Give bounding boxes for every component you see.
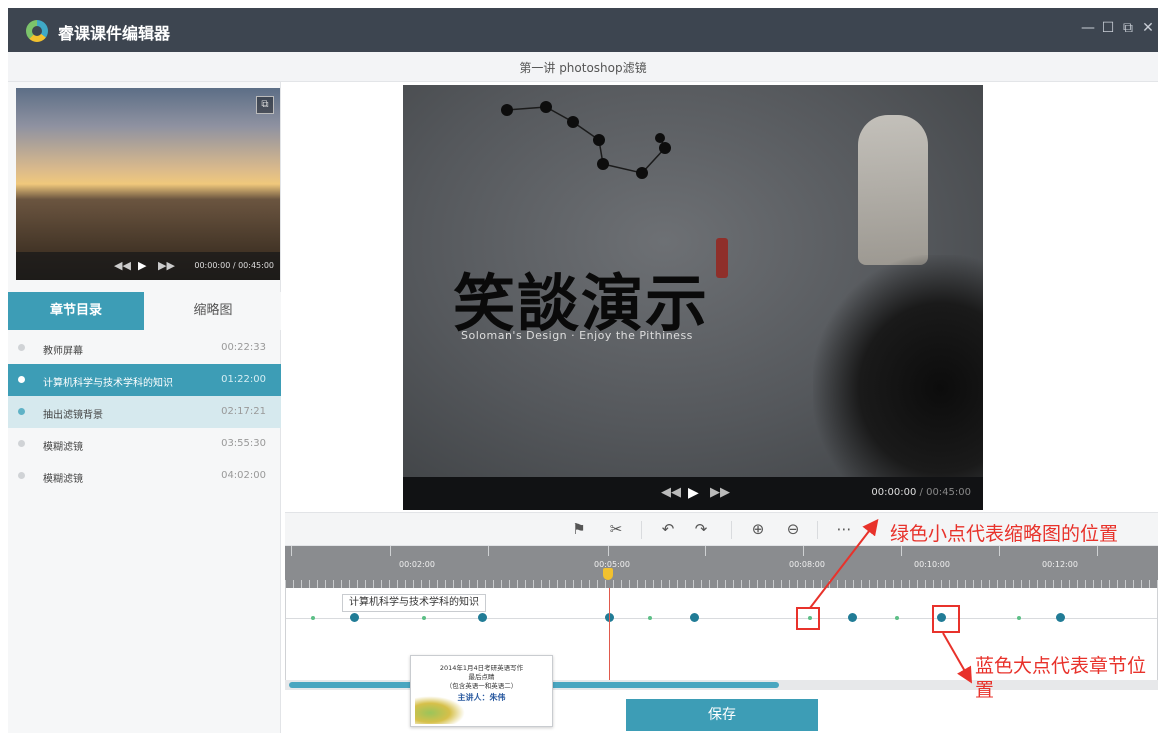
thumbnail-dot-highlight-box: [796, 607, 820, 630]
chapter-dot-highlight-box: [932, 605, 960, 633]
thumbnail-dot-annotation: 绿色小点代表缩略图的位置: [890, 523, 1119, 545]
annotation-arrows: [809, 518, 972, 684]
chapter-dot-annotation: 蓝色大点代表章节位置: [975, 655, 1147, 701]
